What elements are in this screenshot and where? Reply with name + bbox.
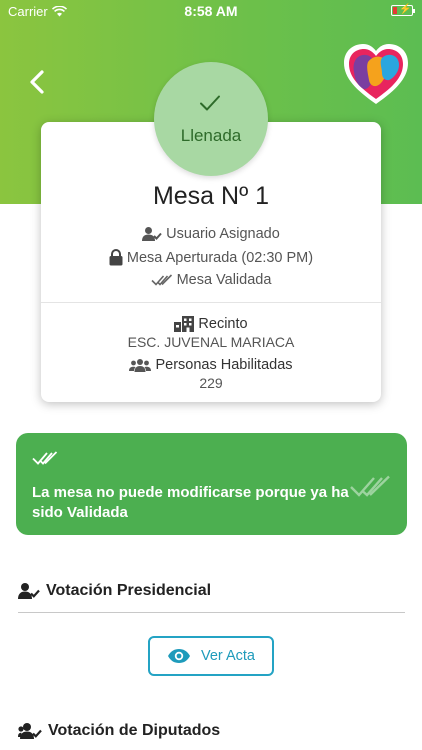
- ver-acta-label: Ver Acta: [200, 648, 255, 664]
- double-check-icon: [150, 274, 172, 286]
- voters-label: Personas Habilitadas: [155, 357, 293, 373]
- assigned-user-row: Usuario Asignado: [41, 226, 381, 242]
- double-check-icon: [32, 451, 58, 465]
- presidential-section-title: Votación Presidencial: [46, 582, 212, 599]
- chevron-left-icon: [30, 70, 44, 94]
- opened-row: Mesa Aperturada (02:30 PM): [41, 249, 381, 266]
- status-badge-label: Llenada: [180, 126, 242, 145]
- assigned-user-label: Usuario Asignado: [166, 226, 280, 242]
- voters-row: Personas Habilitadas: [41, 357, 381, 373]
- validated-row: Mesa Validada: [41, 272, 381, 288]
- presidential-section-header: Votación Presidencial: [18, 582, 211, 600]
- opened-label: Mesa Aperturada (02:30 PM): [126, 249, 314, 266]
- building-icon: [174, 316, 195, 332]
- validated-alert: La mesa no puede modificarse porque ya h…: [16, 433, 407, 535]
- status-badge: Llenada: [154, 62, 268, 176]
- validated-label: Mesa Validada: [176, 272, 272, 288]
- lock-icon: [109, 249, 123, 266]
- double-check-watermark-icon: [350, 475, 390, 497]
- status-time: 8:58 AM: [184, 3, 238, 19]
- check-icon: [200, 95, 220, 111]
- venue-row: Recinto: [41, 316, 381, 332]
- presidential-divider: [18, 612, 405, 613]
- card-divider: [41, 302, 381, 303]
- deputies-section-header: Votación de Diputados: [18, 722, 220, 740]
- voters-value: 229: [199, 375, 223, 391]
- user-check-icon: [142, 227, 162, 241]
- alert-message: La mesa no puede modificarse porque ya h…: [32, 484, 349, 521]
- venue-value: ESC. JUVENAL MARIACA: [127, 334, 295, 350]
- ver-acta-button[interactable]: Ver Acta: [148, 636, 274, 676]
- venue-label: Recinto: [198, 316, 248, 332]
- users-check-icon: [18, 723, 42, 739]
- status-bar: Carrier 8:58 AM ⚡: [0, 0, 422, 22]
- users-icon: [129, 359, 152, 372]
- user-check-icon: [18, 583, 40, 599]
- back-button[interactable]: [26, 68, 50, 96]
- deputies-section-title: Votación de Diputados: [48, 722, 221, 739]
- card-title: Mesa Nº 1: [152, 182, 270, 210]
- eye-icon: [167, 649, 190, 663]
- battery-icon: ⚡: [391, 4, 415, 16]
- heart-logo-icon: [344, 44, 408, 104]
